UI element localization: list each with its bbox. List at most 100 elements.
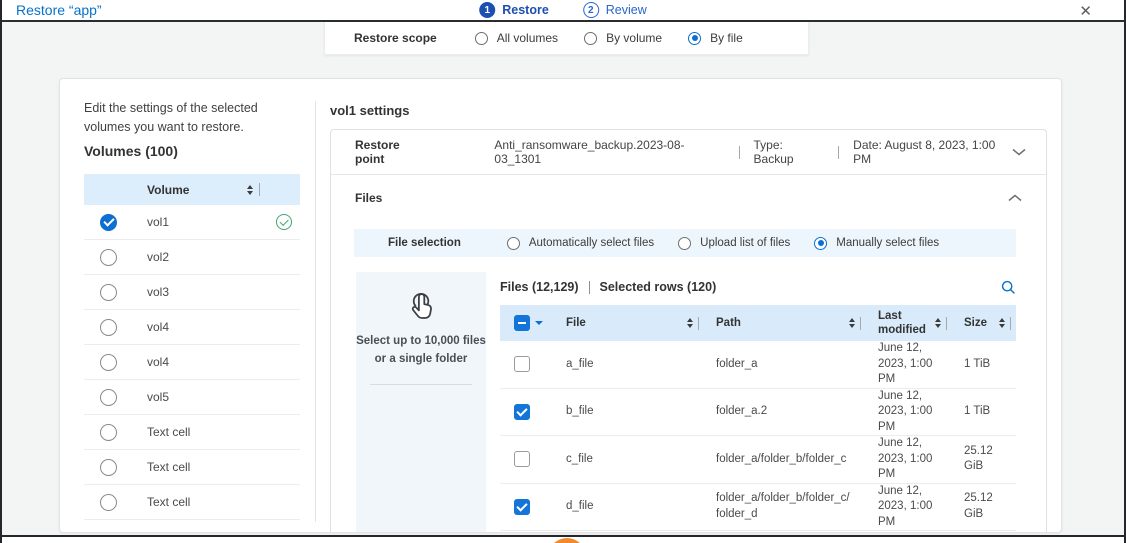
select-all-checkbox[interactable]: [514, 315, 530, 331]
volume-checkbox[interactable]: [100, 389, 117, 406]
column-divider: [860, 317, 861, 330]
sort-icon[interactable]: [687, 318, 693, 328]
file-row[interactable]: d_file folder_a/folder_b/folder_c/ folde…: [500, 484, 1016, 532]
file-name-cell: d_file: [554, 499, 704, 515]
radio-by-file[interactable]: By file: [688, 31, 743, 45]
column-divider: [946, 317, 947, 330]
step-1-label: Restore: [502, 3, 549, 17]
volume-label: vol4: [147, 355, 169, 369]
radio-all-volumes-circle[interactable]: [475, 32, 488, 45]
volume-row[interactable]: Text cell: [84, 415, 300, 450]
summary-divider: [589, 281, 590, 294]
success-icon: [276, 214, 292, 230]
restore-point-type: Type: Backup: [754, 138, 825, 166]
file-path-cell: folder_a/folder_b/folder_c: [704, 452, 866, 468]
restore-point-date: Date: August 8, 2023, 1:00 PM: [853, 138, 1012, 166]
radio-all-volumes[interactable]: All volumes: [475, 31, 558, 45]
volume-checkbox[interactable]: [100, 354, 117, 371]
radio-manual-select-circle[interactable]: [814, 237, 827, 250]
file-name-cell: a_file: [554, 357, 704, 373]
radio-by-file-circle[interactable]: [688, 32, 701, 45]
volume-row[interactable]: vol1: [84, 205, 300, 240]
chevron-up-icon[interactable]: [1008, 194, 1022, 202]
row-checkbox[interactable]: [514, 499, 530, 515]
volumes-panel-description: Edit the settings of the selected volume…: [84, 99, 300, 138]
volume-checkbox[interactable]: [100, 319, 117, 336]
restore-point-row: Restore point Anti_ransomware_backup.202…: [331, 130, 1046, 175]
chevron-down-icon[interactable]: [1012, 148, 1026, 156]
radio-by-volume[interactable]: By volume: [584, 31, 662, 45]
search-icon[interactable]: [1001, 280, 1016, 295]
selection-hint-panel: Select up to 10,000 files or a single fo…: [356, 272, 486, 533]
column-header-path: Path: [704, 316, 741, 330]
volume-checkbox[interactable]: [100, 459, 117, 476]
files-count: Files (12,129): [500, 280, 579, 294]
volumes-title: Volumes (100): [84, 143, 178, 159]
file-row[interactable]: c_file folder_a/folder_b/folder_c June 1…: [500, 436, 1016, 484]
sort-icon[interactable]: [247, 185, 253, 195]
close-icon[interactable]: ✕: [1079, 2, 1092, 20]
step-2-label: Review: [606, 3, 647, 17]
row-checkbox[interactable]: [514, 356, 530, 372]
volume-row[interactable]: Text cell: [84, 450, 300, 485]
volume-checkbox[interactable]: [100, 284, 117, 301]
hint-line-1: Select up to 10,000 files: [356, 332, 486, 350]
volume-label: Text cell: [147, 495, 190, 509]
volume-row[interactable]: vol4: [84, 345, 300, 380]
sort-icon[interactable]: [999, 318, 1005, 328]
radio-by-volume-circle[interactable]: [584, 32, 597, 45]
volume-checkbox[interactable]: [100, 494, 117, 511]
wizard-steps: 1 Restore 2 Review: [479, 2, 647, 18]
radio-by-file-label: By file: [710, 31, 743, 45]
dialog-header: Restore “app” 1 Restore 2 Review ✕: [2, 0, 1124, 22]
radio-upload-list[interactable]: Upload list of files: [678, 237, 790, 250]
file-row[interactable]: b_file folder_a.2 June 12, 2023, 1:00 PM…: [500, 389, 1016, 437]
radio-upload-list-circle[interactable]: [678, 237, 691, 250]
step-review[interactable]: 2 Review: [583, 2, 647, 18]
volume-row[interactable]: vol2: [84, 240, 300, 275]
file-name-cell: b_file: [554, 404, 704, 420]
restore-scope-bar: Restore scope All volumes By volume By f…: [324, 22, 809, 55]
column-divider: [1010, 317, 1011, 330]
select-all-control[interactable]: [514, 315, 543, 331]
selected-rows-count: Selected rows (120): [600, 280, 717, 294]
file-row[interactable]: a_file folder_a June 12, 2023, 1:00 PM 1…: [500, 341, 1016, 389]
sort-icon[interactable]: [849, 318, 855, 328]
radio-auto-select-circle[interactable]: [507, 237, 520, 250]
volume-checkbox[interactable]: [100, 214, 117, 231]
file-name-cell: c_file: [554, 452, 704, 468]
volume-checkbox[interactable]: [100, 249, 117, 266]
volume-checkbox[interactable]: [100, 424, 117, 441]
row-checkbox[interactable]: [514, 404, 530, 420]
sort-icon[interactable]: [935, 318, 941, 328]
file-modified-cell: June 12, 2023, 1:00 PM: [866, 484, 952, 531]
file-row[interactable]: Text cell folder_a/folder_b/folder_c/ fo…: [500, 531, 1016, 533]
column-header-modified: Last modified: [866, 309, 920, 338]
radio-manual-select[interactable]: Manually select files: [814, 237, 939, 250]
files-table-header: File Path Last modified: [500, 305, 1016, 341]
restore-point-value: Anti_ransomware_backup.2023-08-03_1301: [494, 138, 724, 166]
file-modified-cell: June 12, 2023, 1:00 PM: [866, 531, 952, 533]
volumes-table-header: Volume: [84, 174, 300, 205]
caret-down-icon[interactable]: [535, 321, 543, 325]
file-size-cell: 1 TiB: [952, 404, 1016, 420]
step-restore[interactable]: 1 Restore: [479, 2, 549, 18]
radio-by-volume-label: By volume: [606, 31, 662, 45]
volume-row[interactable]: vol5: [84, 380, 300, 415]
radio-manual-select-label: Manually select files: [836, 237, 939, 249]
volume-row[interactable]: vol4: [84, 310, 300, 345]
files-section-label: Files: [355, 191, 382, 205]
screenshot-frame: Restore “app” 1 Restore 2 Review ✕ Resto…: [0, 0, 1126, 543]
file-path-cell: folder_a: [704, 357, 866, 373]
volume-row[interactable]: Text cell: [84, 485, 300, 520]
file-selection-bar: File selection Automatically select file…: [354, 229, 1016, 257]
restore-scope-label: Restore scope: [354, 31, 437, 45]
radio-auto-select[interactable]: Automatically select files: [507, 237, 654, 250]
row-checkbox[interactable]: [514, 451, 530, 467]
file-modified-cell: June 12, 2023, 1:00 PM: [866, 341, 952, 388]
volume-row[interactable]: vol3: [84, 275, 300, 310]
hint-line-2: or a single folder: [356, 350, 486, 368]
file-path-cell: folder_a/folder_b/folder_c/ folder_d: [704, 491, 866, 522]
file-size-cell: 1 TiB: [952, 357, 1016, 373]
restore-point-label: Restore point: [355, 138, 430, 166]
